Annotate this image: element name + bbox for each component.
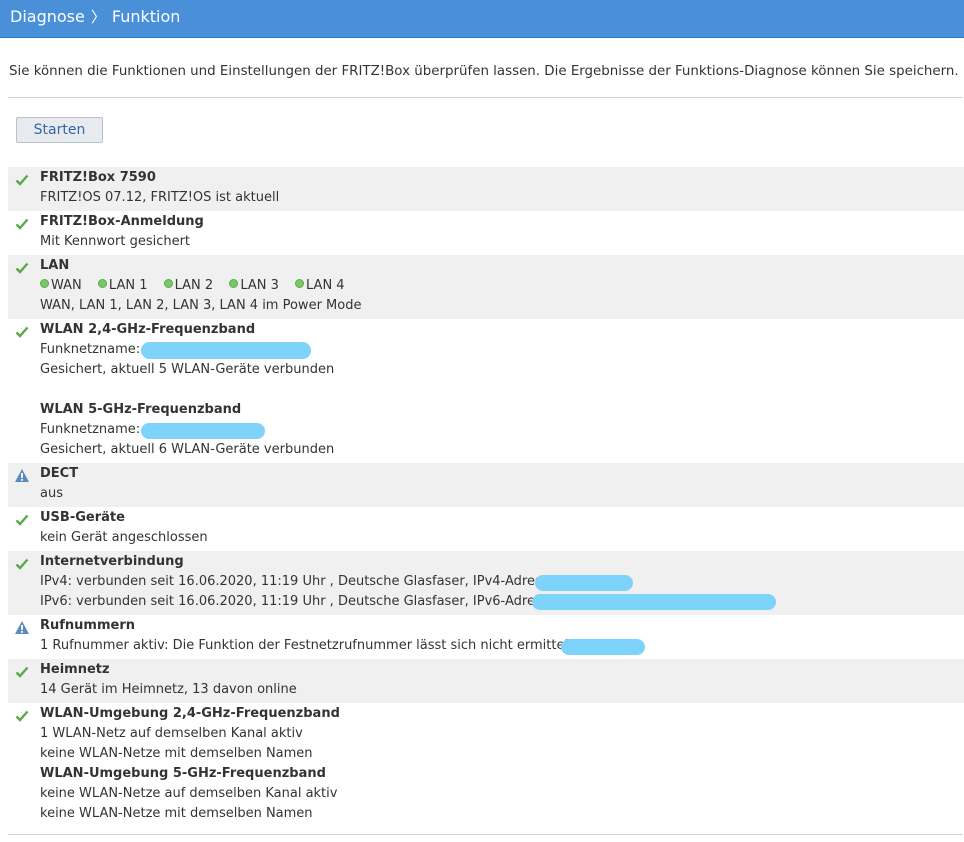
result-detail: Gesichert, aktuell 5 WLAN-Geräte verbund… [40,362,335,377]
divider [8,97,963,98]
result-login: FRITZ!Box-Anmeldung Mit Kennwort gesiche… [8,211,964,255]
status-dot-icon [40,279,49,288]
result-detail: kein Gerät angeschlossen [40,530,208,545]
warning-icon [15,621,29,634]
redacted-ipv4-address [535,575,633,591]
lan-port-list: WAN LAN 1 LAN 2 LAN 3 LAN 4 [40,278,357,293]
result-title: DECT [40,466,79,481]
chevron-right-icon: 〉 [90,8,106,26]
result-title: Internetverbindung [40,554,184,569]
result-detail: WAN, LAN 1, LAN 2, LAN 3, LAN 4 im Power… [40,298,362,313]
breadcrumb: Diagnose 〉 Funktion [0,0,964,38]
lan-port: LAN 1 [97,278,147,293]
result-title: FRITZ!Box 7590 [40,170,156,185]
result-detail: keine WLAN-Netze mit demselben Namen [40,746,313,761]
result-title: USB-Geräte [40,510,125,525]
checkmark-icon [15,710,29,722]
checkmark-icon [15,218,29,230]
lan-port: WAN [40,278,82,293]
result-detail: 14 Gerät im Heimnetz, 13 davon online [40,682,297,697]
redacted-ipv6-address [532,594,776,610]
start-button[interactable]: Starten [16,117,103,143]
lan-port: LAN 3 [229,278,279,293]
breadcrumb-parent[interactable]: Diagnose [10,7,85,26]
result-detail: keine WLAN-Netze mit demselben Namen [40,806,313,821]
wlan-network-name-label: Funknetzname: [40,422,141,437]
result-wlan-environment: WLAN-Umgebung 2,4-GHz-Frequenzband 1 WLA… [8,703,964,829]
result-title: WLAN 5-GHz-Frequenzband [40,402,242,417]
internet-ipv4-status: IPv4: verbunden seit 16.06.2020, 11:19 U… [40,574,561,589]
status-dot-icon [163,279,173,288]
checkmark-icon [15,666,29,678]
result-usb: USB-Geräte kein Gerät angeschlossen [8,507,964,551]
checkmark-icon [15,326,29,338]
result-home-network: Heimnetz 14 Gerät im Heimnetz, 13 davon … [8,659,964,703]
result-detail: FRITZ!OS 07.12, FRITZ!OS ist aktuell [40,190,280,205]
result-title: Rufnummern [40,618,136,633]
lan-port: LAN 4 [295,278,345,293]
breadcrumb-current: Funktion [111,7,181,26]
status-dot-icon [229,279,239,288]
result-detail: Mit Kennwort gesichert [40,234,191,249]
intro-text: Sie können die Funktionen und Einstellun… [9,64,959,79]
result-lan: LAN WAN LAN 1 LAN 2 LAN 3 LAN 4 WAN, LAN… [8,255,964,319]
result-title: WLAN-Umgebung 2,4-GHz-Frequenzband [40,706,340,721]
warning-icon [15,469,29,482]
checkmark-icon [15,514,29,526]
result-detail: 1 WLAN-Netz auf demselben Kanal aktiv [40,726,303,741]
internet-ipv6-status: IPv6: verbunden seit 16.06.2020, 11:19 U… [40,594,561,609]
wlan-network-name-label: Funknetzname: [40,342,141,357]
redacted-network-name [141,342,311,359]
result-title: Heimnetz [40,662,110,677]
result-dect: DECT aus [8,463,964,507]
lan-port: LAN 2 [163,278,213,293]
result-wlan: WLAN 2,4-GHz-Frequenzband Funknetzname: … [8,319,964,463]
redacted-network-name [141,423,265,439]
result-title: WLAN-Umgebung 5-GHz-Frequenzband [40,766,326,781]
checkmark-icon [15,174,29,186]
result-title: FRITZ!Box-Anmeldung [40,214,204,229]
result-phone-numbers: Rufnummern 1 Rufnummer aktiv: Die Funkti… [8,615,964,659]
status-dot-icon [97,279,107,288]
result-detail: 1 Rufnummer aktiv: Die Funktion der Fest… [40,638,581,653]
divider [8,834,963,835]
result-detail: aus [40,486,63,501]
checkmark-icon [15,558,29,570]
status-dot-icon [295,279,305,288]
result-title: LAN [40,258,70,273]
result-title: WLAN 2,4-GHz-Frequenzband [40,322,256,337]
result-fritzbox: FRITZ!Box 7590 FRITZ!OS 07.12, FRITZ!OS … [8,167,964,211]
redacted-phone-number [561,639,645,655]
result-internet: Internetverbindung IPv4: verbunden seit … [8,551,964,615]
checkmark-icon [15,262,29,274]
result-detail: Gesichert, aktuell 6 WLAN-Geräte verbund… [40,442,335,457]
result-detail: keine WLAN-Netze auf demselben Kanal akt… [40,786,338,801]
